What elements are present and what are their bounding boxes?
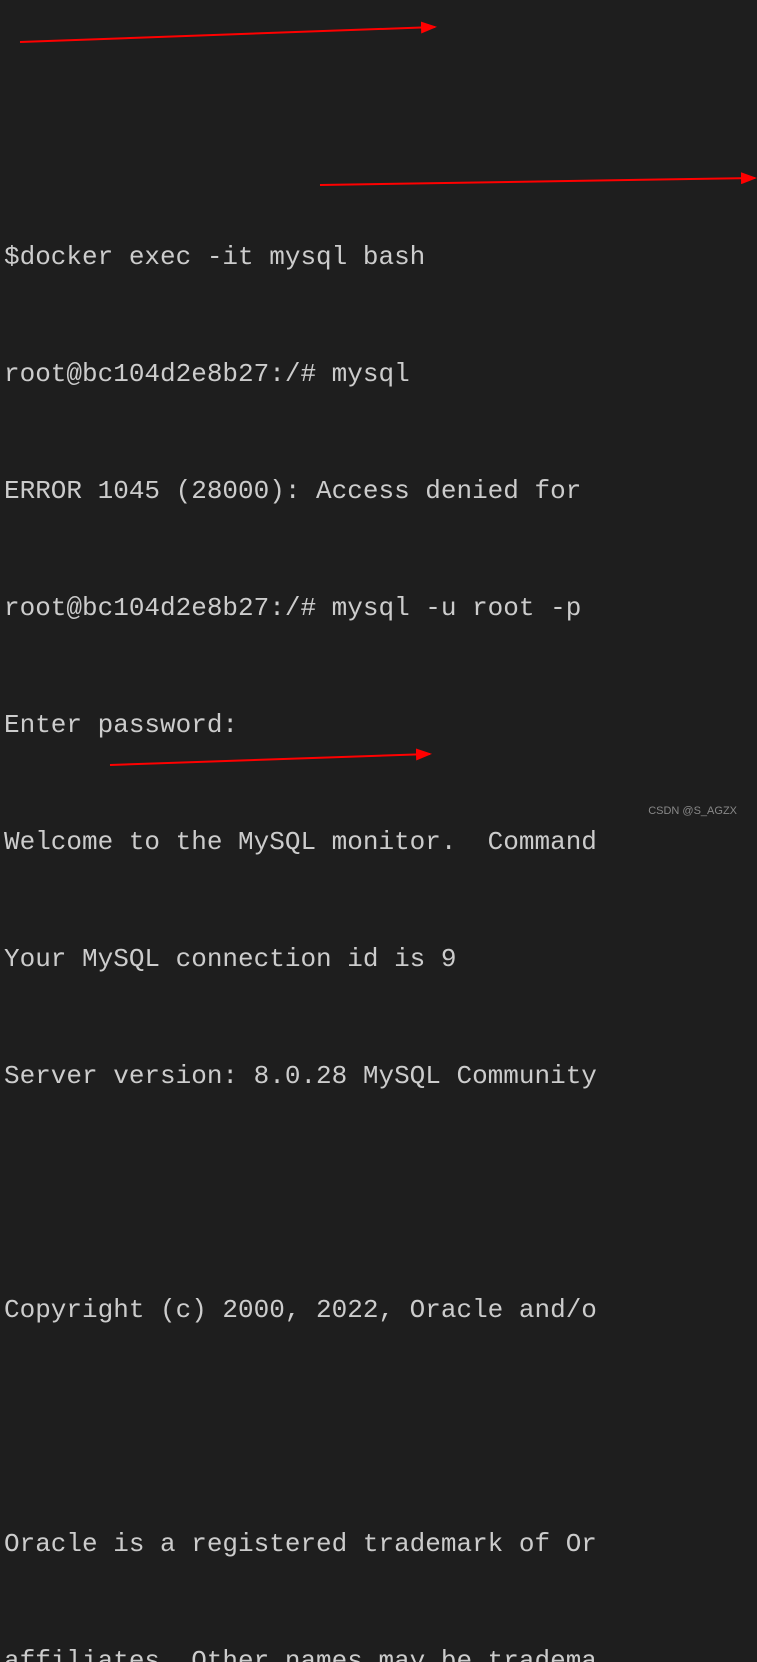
terminal-window[interactable]: $docker exec -it mysql bash root@bc104d2… — [4, 160, 753, 1662]
terminal-line: ERROR 1045 (28000): Access denied for — [4, 472, 753, 511]
watermark: CSDN @S_AGZX — [648, 803, 737, 820]
terminal-line: $docker exec -it mysql bash — [4, 238, 753, 277]
terminal-line: root@bc104d2e8b27:/# mysql -u root -p — [4, 589, 753, 628]
terminal-line — [4, 1174, 753, 1213]
terminal-line: Welcome to the MySQL monitor. Command — [4, 823, 753, 862]
terminal-line: root@bc104d2e8b27:/# mysql — [4, 355, 753, 394]
terminal-line: Server version: 8.0.28 MySQL Community — [4, 1057, 753, 1096]
terminal-line: Copyright (c) 2000, 2022, Oracle and/o — [4, 1291, 753, 1330]
terminal-line: Enter password: — [4, 706, 753, 745]
terminal-line — [4, 1408, 753, 1447]
terminal-line: Oracle is a registered trademark of Or — [4, 1525, 753, 1564]
terminal-line: affiliates. Other names may be tradema — [4, 1642, 753, 1662]
terminal-line: Your MySQL connection id is 9 — [4, 940, 753, 979]
